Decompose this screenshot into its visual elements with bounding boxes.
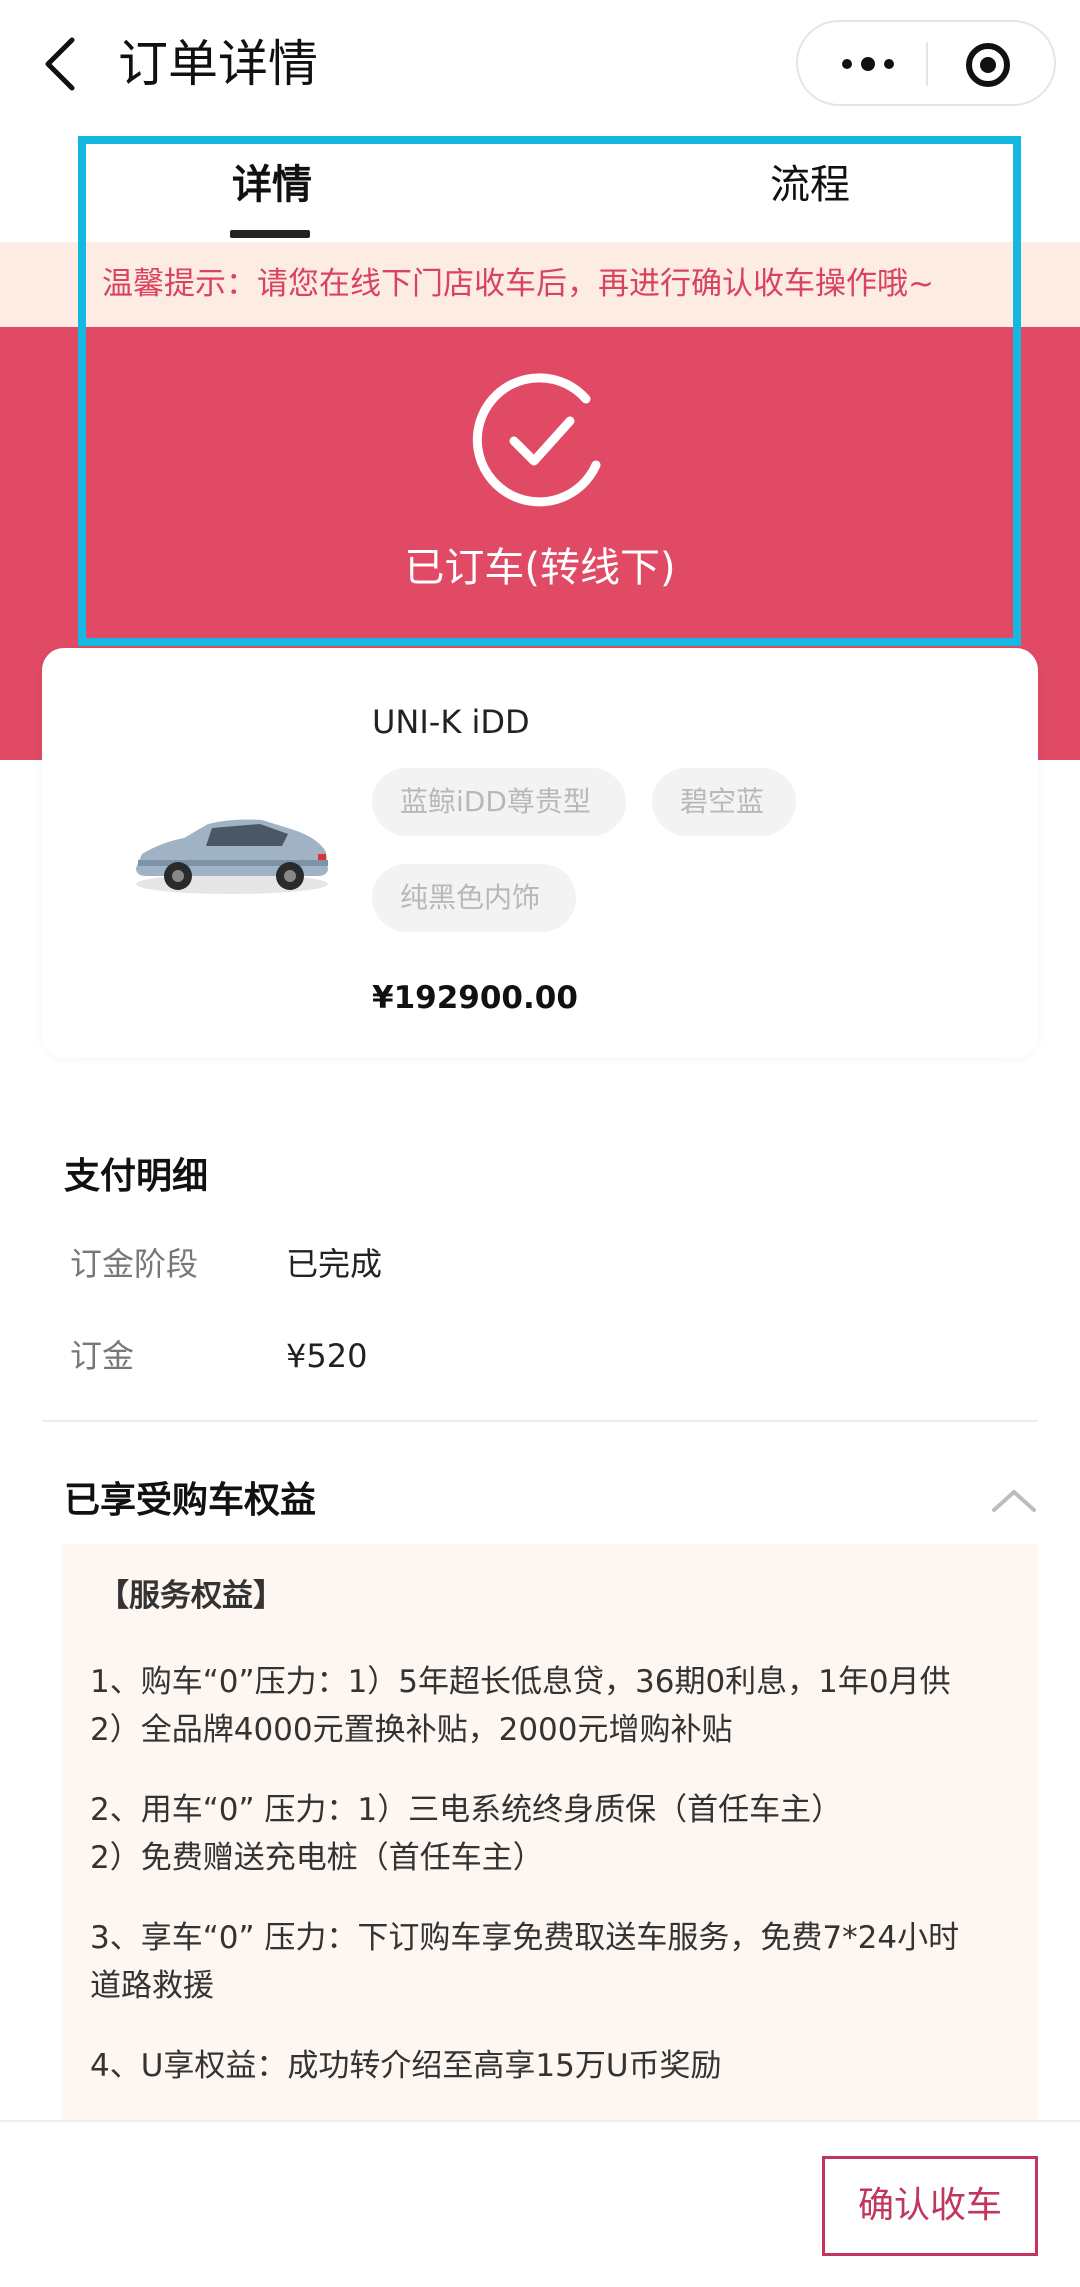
chevron-left-icon [45, 37, 75, 91]
spec-tag-interior: 纯黑色内饰 [372, 864, 576, 932]
deposit-label: 订金 [70, 1337, 135, 1375]
benefit-line: 2）免费赠送充电桩（首任车主） [90, 1840, 544, 1876]
notice-text: 温馨提示：请您在线下门店收车后，再进行确认收车操作哦~ [102, 266, 934, 302]
benefit-line: 道路救援 [90, 1968, 214, 2004]
close-button[interactable] [966, 43, 1010, 87]
payment-section-title: 支付明细 [64, 1156, 209, 1197]
nav-header: 订单详情 [0, 0, 1080, 130]
bottom-action-bar: 确认收车 [0, 2120, 1080, 2287]
deposit-stage-value: 已完成 [286, 1245, 383, 1283]
tab-details[interactable]: 详情 [232, 158, 312, 212]
mini-program-capsule [796, 20, 1056, 106]
chevron-up-icon[interactable] [990, 1484, 1038, 1516]
more-button[interactable] [828, 44, 908, 84]
product-name: UNI-K iDD [372, 703, 530, 741]
capsule-divider [926, 42, 928, 86]
spec-tag-color: 碧空蓝 [652, 768, 796, 836]
product-card[interactable]: UNI-K iDD 蓝鲸iDD尊贵型 碧空蓝 纯黑色内饰 ¥192900.00 [42, 648, 1038, 1058]
benefit-line: 2、用车“0” 压力：1）三电系统终身质保（首任车主） [90, 1792, 843, 1828]
benefits-heading: 【服务权益】 [98, 1578, 284, 1614]
benefit-line: 3、享车“0” 压力：下订购车享免费取送车服务，免费7*24小时 [90, 1920, 960, 1956]
check-circle-icon [472, 373, 601, 507]
spec-tag-trim: 蓝鲸iDD尊贵型 [372, 768, 626, 836]
section-divider [42, 1420, 1038, 1422]
order-status-text: 已订车(转线下) [404, 545, 676, 591]
deposit-value: ¥520 [286, 1337, 368, 1375]
page-title: 订单详情 [118, 35, 318, 93]
tab-bar: 详情 流程 [0, 130, 1080, 242]
benefit-line: 1、购车“0”压力：1）5年超长低息贷，36期0利息，1年0月供 [90, 1664, 951, 1700]
back-button[interactable] [38, 30, 88, 98]
notice-banner: 温馨提示：请您在线下门店收车后，再进行确认收车操作哦~ [0, 242, 1080, 327]
tab-process[interactable]: 流程 [770, 158, 850, 212]
active-tab-indicator [230, 230, 310, 238]
benefit-line: 2）全品牌4000元置换补贴，2000元增购补贴 [90, 1712, 733, 1748]
car-image [136, 819, 328, 894]
benefits-section-title: 已享受购车权益 [64, 1480, 317, 1521]
product-price: ¥192900.00 [372, 980, 578, 1016]
more-dots-icon [842, 59, 852, 69]
benefits-panel: 【服务权益】 1、购车“0”压力：1）5年超长低息贷，36期0利息，1年0月供 … [62, 1544, 1038, 2120]
deposit-stage-label: 订金阶段 [70, 1245, 199, 1283]
confirm-receipt-button[interactable]: 确认收车 [822, 2156, 1038, 2256]
benefit-line: 4、U享权益：成功转介绍至高享15万U币奖励 [90, 2048, 722, 2084]
